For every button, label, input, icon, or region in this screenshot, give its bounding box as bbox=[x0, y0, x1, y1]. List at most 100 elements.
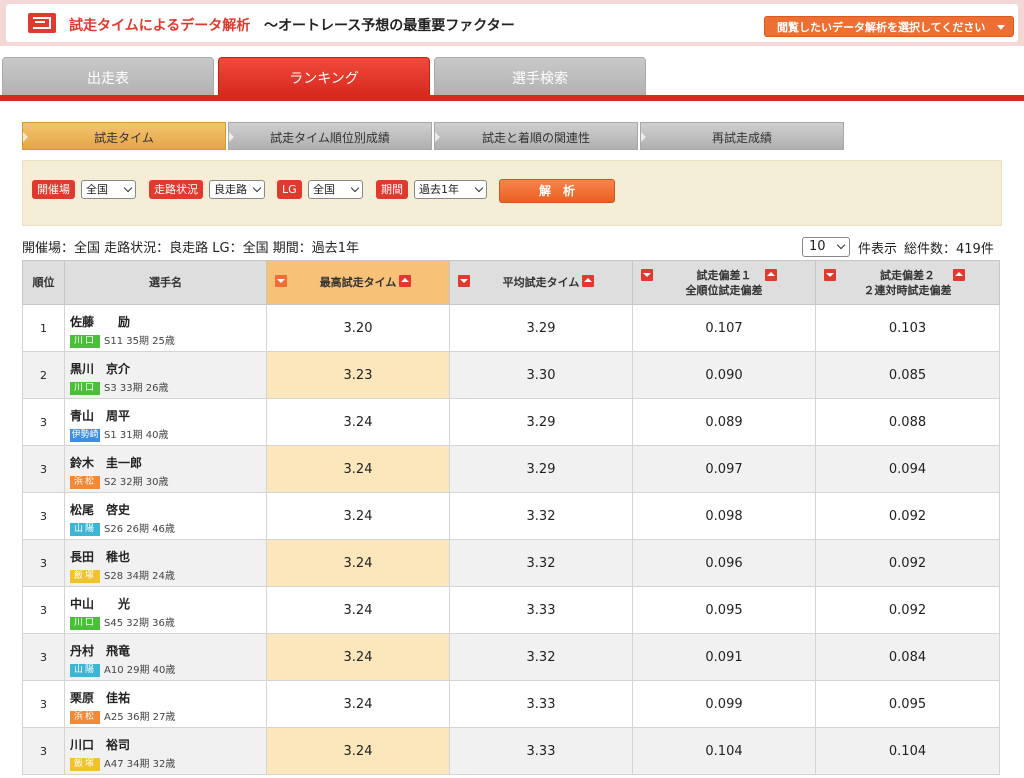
player-cell[interactable]: 栗原 佳祐 浜松 A25 36期 27歳 bbox=[64, 680, 267, 728]
best-time-cell: 3.24 bbox=[266, 539, 450, 587]
sort-desc-icon[interactable] bbox=[824, 269, 836, 281]
venue-badge: 伊勢崎 bbox=[70, 428, 100, 442]
table-row: 3 鈴木 圭一郎 浜松 S2 32期 30歳 3.24 3.29 0.097 0.094 bbox=[22, 445, 1000, 493]
avg-time-cell: 3.33 bbox=[449, 727, 633, 775]
player-cell[interactable]: 鈴木 圭一郎 浜松 S2 32期 30歳 bbox=[64, 445, 267, 493]
deviation-1-cell: 0.089 bbox=[632, 398, 816, 446]
analysis-select-dropdown[interactable]: 閲覧したいデータ解析を選択してください bbox=[764, 16, 1014, 37]
player-name[interactable]: 丹村 飛竜 bbox=[70, 642, 266, 659]
sort-desc-icon[interactable] bbox=[641, 269, 653, 281]
player-name[interactable]: 中山 光 bbox=[70, 595, 266, 612]
avg-time-cell: 3.29 bbox=[449, 304, 633, 352]
period-value: 過去1年 bbox=[419, 183, 459, 196]
sort-asc-icon[interactable] bbox=[399, 275, 411, 287]
player-name[interactable]: 松尾 啓史 bbox=[70, 501, 266, 518]
analysis-select-label: 閲覧したいデータ解析を選択してください bbox=[777, 21, 986, 34]
rank-cell: 3 bbox=[22, 398, 65, 446]
track-value: 良走路 bbox=[214, 183, 247, 196]
chevron-down-icon bbox=[474, 183, 484, 193]
player-cell[interactable]: 青山 周平伊勢崎 S1 31期 40歳 bbox=[64, 398, 267, 446]
rank-cell: 3 bbox=[22, 492, 65, 540]
header-best-time-label: 最高試走タイム bbox=[319, 276, 397, 289]
lg-select[interactable]: 全国 bbox=[308, 180, 363, 199]
lg-label: LG bbox=[277, 180, 302, 199]
per-page-select[interactable]: 10 bbox=[802, 237, 850, 257]
player-info: 飯塚 A47 34期 32歳 bbox=[70, 755, 266, 771]
player-info: 川口 S11 35期 25歳 bbox=[70, 332, 266, 348]
logo-icon[interactable] bbox=[28, 13, 56, 33]
table-row: 3 中山 光川口 S45 32期 36歳 3.24 3.33 0.095 0.092 bbox=[22, 586, 1000, 634]
page-subtitle: 〜オートレース予想の最重要ファクター bbox=[264, 18, 515, 34]
player-class-term-age: S28 34期 24歳 bbox=[104, 571, 175, 582]
arrow-right-icon bbox=[229, 132, 234, 142]
subtab-retrial[interactable]: 再試走成績 bbox=[640, 122, 844, 150]
avg-time-cell: 3.33 bbox=[449, 586, 633, 634]
subtab-correlation[interactable]: 試走と着順の関連性 bbox=[434, 122, 638, 150]
sort-asc-icon[interactable] bbox=[953, 269, 965, 281]
tab-ranking[interactable]: ランキング bbox=[218, 57, 430, 95]
deviation-1-cell: 0.095 bbox=[632, 586, 816, 634]
header-deviation-2[interactable]: 試走偏差２ ２連対時試走偏差 bbox=[815, 260, 1000, 305]
player-info: 浜松 S2 32期 30歳 bbox=[70, 473, 266, 489]
player-info: 山陽 A10 29期 40歳 bbox=[70, 661, 266, 677]
player-name[interactable]: 黒川 京介 bbox=[70, 360, 266, 377]
header-avg-time[interactable]: 平均試走タイム bbox=[449, 260, 633, 305]
tab-entry-list[interactable]: 出走表 bbox=[2, 57, 214, 95]
rank-cell: 3 bbox=[22, 445, 65, 493]
best-time-cell: 3.20 bbox=[266, 304, 450, 352]
player-name[interactable]: 長田 稚也 bbox=[70, 548, 266, 565]
player-name[interactable]: 鈴木 圭一郎 bbox=[70, 454, 266, 471]
period-select[interactable]: 過去1年 bbox=[414, 180, 487, 199]
track-select[interactable]: 良走路 bbox=[209, 180, 265, 199]
header-deviation-1[interactable]: 試走偏差１ 全順位試走偏差 bbox=[632, 260, 816, 305]
player-cell[interactable]: 丹村 飛竜山陽 A10 29期 40歳 bbox=[64, 633, 267, 681]
header-dev1-line1: 試走偏差１ bbox=[696, 268, 752, 282]
player-name[interactable]: 栗原 佳祐 bbox=[70, 689, 266, 706]
table-row: 3 丹村 飛竜 山陽 A10 29期 40歳 3.24 3.32 0.091 0.084 bbox=[22, 633, 1000, 681]
player-name[interactable]: 青山 周平 bbox=[70, 407, 266, 424]
venue-badge: 川口 bbox=[70, 616, 100, 630]
table-row: 3 青山 周平 伊勢崎 S1 31期 40歳 3.24 3.29 0.089 0.088 bbox=[22, 398, 1000, 446]
player-class-term-age: S1 31期 40歳 bbox=[104, 430, 169, 441]
chevron-down-icon bbox=[836, 240, 846, 250]
best-time-cell: 3.24 bbox=[266, 633, 450, 681]
player-cell[interactable]: 川口 裕司飯塚 A47 34期 32歳 bbox=[64, 727, 267, 775]
rank-cell: 3 bbox=[22, 727, 65, 775]
deviation-2-cell: 0.084 bbox=[815, 633, 1000, 681]
sort-asc-icon[interactable] bbox=[582, 275, 594, 287]
best-time-cell: 3.24 bbox=[266, 445, 450, 493]
player-cell[interactable]: 長田 稚也 飯塚 S28 34期 24歳 bbox=[64, 539, 267, 587]
avg-time-cell: 3.33 bbox=[449, 680, 633, 728]
best-time-cell: 3.24 bbox=[266, 492, 450, 540]
player-cell[interactable]: 中山 光川口 S45 32期 36歳 bbox=[64, 586, 267, 634]
header-avg-time-label: 平均試走タイム bbox=[502, 276, 580, 289]
subtab-label: 再試走成績 bbox=[711, 131, 772, 145]
subtab-trial-time[interactable]: 試走タイム bbox=[22, 122, 226, 150]
deviation-1-cell: 0.096 bbox=[632, 539, 816, 587]
table-row: 3 栗原 佳祐 浜松 A25 36期 27歳 3.24 3.33 0.099 0.095 bbox=[22, 680, 1000, 728]
player-cell[interactable]: 佐藤 励川口 S11 35期 25歳 bbox=[64, 304, 267, 352]
header-best-time[interactable]: 最高試走タイム bbox=[266, 260, 450, 305]
best-time-cell: 3.23 bbox=[266, 351, 450, 399]
player-name[interactable]: 佐藤 励 bbox=[70, 313, 266, 330]
sort-asc-icon[interactable] bbox=[765, 269, 777, 281]
arrow-right-icon bbox=[23, 132, 28, 142]
tab-player-search[interactable]: 選手検索 bbox=[434, 57, 646, 95]
header-rank: 順位 bbox=[22, 260, 65, 305]
rank-cell: 3 bbox=[22, 633, 65, 681]
header-dev1-line2: 全順位試走偏差 bbox=[685, 283, 763, 297]
player-cell[interactable]: 松尾 啓史 山陽 S26 26期 46歳 bbox=[64, 492, 267, 540]
player-cell[interactable]: 黒川 京介 川口 S3 33期 26歳 bbox=[64, 351, 267, 399]
avg-time-cell: 3.32 bbox=[449, 492, 633, 540]
sort-desc-icon[interactable] bbox=[458, 275, 470, 287]
player-name[interactable]: 川口 裕司 bbox=[70, 736, 266, 753]
page-title: 試走タイムによるデータ解析 bbox=[69, 18, 251, 34]
venue-select[interactable]: 全国 bbox=[81, 180, 136, 199]
deviation-2-cell: 0.103 bbox=[815, 304, 1000, 352]
subtab-rank-results[interactable]: 試走タイム順位別成績 bbox=[228, 122, 432, 150]
table-row: 2 黒川 京介 川口 S3 33期 26歳 3.23 3.30 0.090 0.085 bbox=[22, 351, 1000, 399]
analyze-button[interactable]: 解析 bbox=[499, 179, 615, 203]
table-body: 1 佐藤 励川口 S11 35期 25歳 3.20 3.29 0.107 0.103 2 黒川 … bbox=[22, 304, 1000, 775]
sort-desc-icon[interactable] bbox=[275, 275, 287, 287]
subtab-label: 試走タイム順位別成績 bbox=[270, 131, 390, 145]
